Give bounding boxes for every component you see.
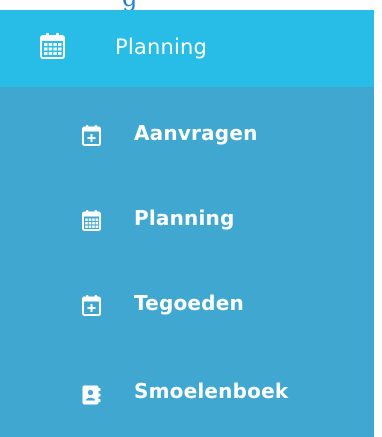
page-right-gutter <box>374 10 382 437</box>
app-frame: g <box>0 0 382 437</box>
contact-book-icon <box>82 385 101 406</box>
menu-item-label: Planning <box>134 206 235 230</box>
menu-item-label: Aanvragen <box>134 121 258 145</box>
menu-item-tegoeden[interactable]: Tegoeden <box>0 267 374 345</box>
cropped-heading-fragment: g <box>122 0 137 10</box>
menu-item-label: Tegoeden <box>134 291 244 315</box>
calendar-plus-icon <box>82 125 101 146</box>
calendar-grid-icon <box>40 33 65 59</box>
sidebar-menu: Planning Aanvragen Planning Tegoeden Smo… <box>0 10 374 437</box>
menu-item-aanvragen[interactable]: Aanvragen <box>0 97 374 175</box>
page-top-strip: g <box>0 0 382 10</box>
menu-item-planning[interactable]: Planning <box>0 182 374 260</box>
menu-item-label: Smoelenboek <box>134 379 289 403</box>
calendar-grid-icon <box>82 210 101 231</box>
calendar-plus-icon <box>82 295 101 316</box>
menu-header-label: Planning <box>115 35 208 59</box>
menu-item-smoelenboek[interactable]: Smoelenboek <box>0 355 374 433</box>
menu-header-planning[interactable]: Planning <box>0 10 374 87</box>
